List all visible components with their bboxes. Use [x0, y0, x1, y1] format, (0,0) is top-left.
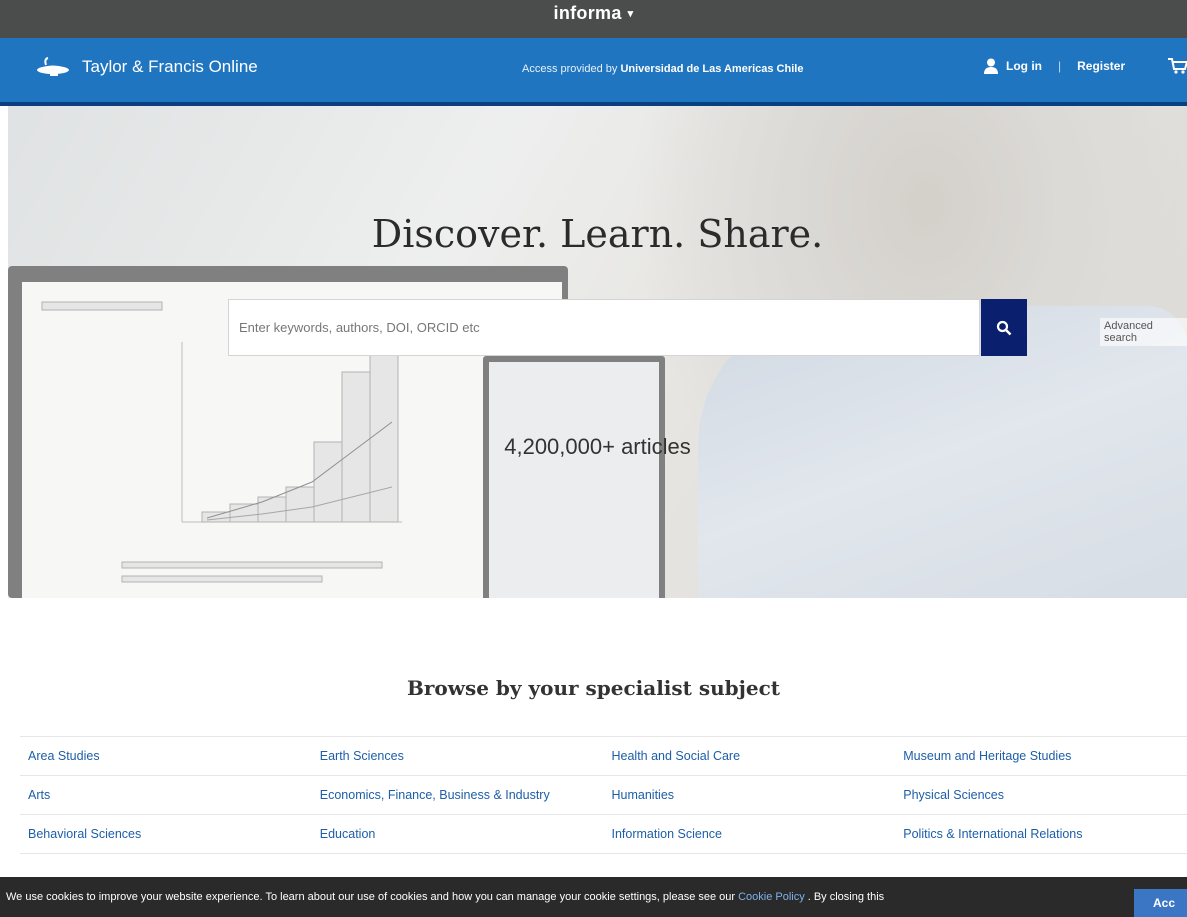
site-header: Taylor & Francis Online Access provided … — [0, 38, 1187, 106]
subject-link[interactable]: Information Science — [604, 827, 896, 841]
cookie-text-after: . By closing this — [807, 891, 885, 903]
cart-icon[interactable] — [1168, 58, 1187, 74]
informa-menu[interactable]: informa ▾ — [554, 3, 634, 24]
search-placeholder: Enter keywords, authors, DOI, ORCID etc — [239, 320, 480, 335]
search-icon — [996, 320, 1012, 335]
accept-cookies-button[interactable]: Acc — [1134, 889, 1187, 917]
subject-link[interactable]: Area Studies — [20, 749, 312, 763]
cookie-banner: We use cookies to improve your website e… — [0, 877, 1187, 917]
hero-banner: Discover. Learn. Share. Enter keywords, … — [8, 106, 1187, 598]
lamp-logo-icon — [37, 57, 69, 76]
search-button[interactable] — [981, 299, 1027, 356]
subject-link[interactable]: Health and Social Care — [604, 749, 896, 763]
subject-link[interactable]: Museum and Heritage Studies — [895, 749, 1187, 763]
informa-bar: informa ▾ — [0, 0, 1187, 38]
subject-link[interactable]: Politics & International Relations — [895, 827, 1187, 841]
auth-links: Log in | Register — [984, 58, 1125, 74]
access-organization: Universidad de Las Americas Chile — [620, 63, 804, 75]
subject-row: Behavioral Sciences Education Informatio… — [20, 814, 1187, 853]
subject-row: Area Studies Earth Sciences Health and S… — [20, 736, 1187, 775]
site-logo[interactable]: Taylor & Francis Online — [34, 56, 258, 78]
subject-link[interactable]: Earth Sciences — [312, 749, 604, 763]
login-link[interactable]: Log in — [1006, 59, 1042, 73]
auth-separator: | — [1058, 59, 1062, 73]
subject-link[interactable]: Humanities — [604, 788, 896, 802]
subject-list: Area Studies Earth Sciences Health and S… — [20, 736, 1187, 892]
subject-link[interactable]: Arts — [20, 788, 312, 802]
register-link[interactable]: Register — [1077, 59, 1125, 73]
site-name: Taylor & Francis Online — [82, 57, 258, 76]
advanced-search-link[interactable]: Advanced search — [1100, 318, 1187, 346]
chevron-down-icon: ▾ — [627, 7, 634, 20]
subject-row: Arts Economics, Finance, Business & Indu… — [20, 775, 1187, 814]
subject-link[interactable]: Physical Sciences — [895, 788, 1187, 802]
user-icon — [984, 58, 998, 74]
informa-brand: informa — [553, 2, 622, 23]
subject-link[interactable]: Economics, Finance, Business & Industry — [312, 788, 604, 802]
cookie-text: We use cookies to improve your website e… — [6, 891, 736, 903]
cookie-policy-link[interactable]: Cookie Policy — [738, 891, 805, 903]
subject-link[interactable]: Education — [312, 827, 604, 841]
access-notice: Access provided by Universidad de Las Am… — [522, 63, 803, 75]
browse-heading: Browse by your specialist subject — [406, 676, 781, 700]
search-input[interactable]: Enter keywords, authors, DOI, ORCID etc — [228, 299, 980, 356]
access-prefix: Access provided by — [522, 63, 618, 75]
subject-link[interactable]: Behavioral Sciences — [20, 827, 312, 841]
hero-tagline: Discover. Learn. Share. — [371, 212, 824, 256]
article-count: 4,200,000+ articles — [504, 434, 691, 459]
